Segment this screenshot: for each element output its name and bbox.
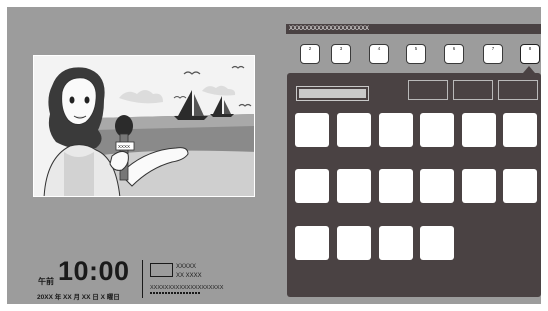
panel-pointer	[523, 66, 535, 73]
app-tile-9[interactable]	[379, 169, 413, 203]
panel-search-field-fill	[299, 89, 366, 98]
clock-time: 10:00	[58, 256, 130, 286]
app-tile-6[interactable]	[503, 113, 537, 147]
app-tile-1[interactable]	[295, 113, 329, 147]
info-divider	[142, 260, 143, 298]
program-underline	[150, 292, 200, 294]
panel-tab-1[interactable]	[408, 80, 448, 100]
channel-button-3[interactable]: 3	[331, 44, 351, 64]
app-tile-12[interactable]	[503, 169, 537, 203]
channel-button-7[interactable]: 7	[483, 44, 503, 64]
app-tile-5[interactable]	[462, 113, 496, 147]
channel-button-8[interactable]: 8	[520, 44, 540, 64]
channel-button-4[interactable]: 4	[369, 44, 389, 64]
app-tile-3[interactable]	[379, 113, 413, 147]
app-tile-16[interactable]	[420, 226, 454, 260]
app-tile-7[interactable]	[295, 169, 329, 203]
clock-date: 20XX 年 XX 月 XX 日 X 曜日	[37, 294, 120, 301]
mic-flag-label: XXXX	[118, 144, 130, 149]
panel-tab-3[interactable]	[498, 80, 538, 100]
app-tile-11[interactable]	[462, 169, 496, 203]
program-line1: XXXXX	[176, 264, 197, 270]
reporter-illustration: XXXX	[34, 56, 254, 196]
app-tile-8[interactable]	[337, 169, 371, 203]
panel-header-title: XXXXXXXXXXXXXXXXXXXX	[286, 24, 541, 34]
channel-button-6[interactable]: 6	[444, 44, 464, 64]
app-tile-10[interactable]	[420, 169, 454, 203]
program-icon	[150, 263, 173, 277]
channel-button-5[interactable]: 5	[406, 44, 426, 64]
app-tile-4[interactable]	[420, 113, 454, 147]
clock-ampm: 午前	[38, 277, 54, 286]
video-preview[interactable]: XXXX	[33, 55, 255, 197]
panel-search-field[interactable]	[296, 86, 369, 101]
app-tile-2[interactable]	[337, 113, 371, 147]
panel-tab-2[interactable]	[453, 80, 493, 100]
program-line3: XXXXXXXXXXXXXXXXXXXX	[150, 285, 224, 291]
app-tile-14[interactable]	[337, 226, 371, 260]
app-tile-15[interactable]	[379, 226, 413, 260]
program-line2: XX XXXX	[176, 273, 202, 279]
app-tile-13[interactable]	[295, 226, 329, 260]
channel-button-2[interactable]: 2	[300, 44, 320, 64]
